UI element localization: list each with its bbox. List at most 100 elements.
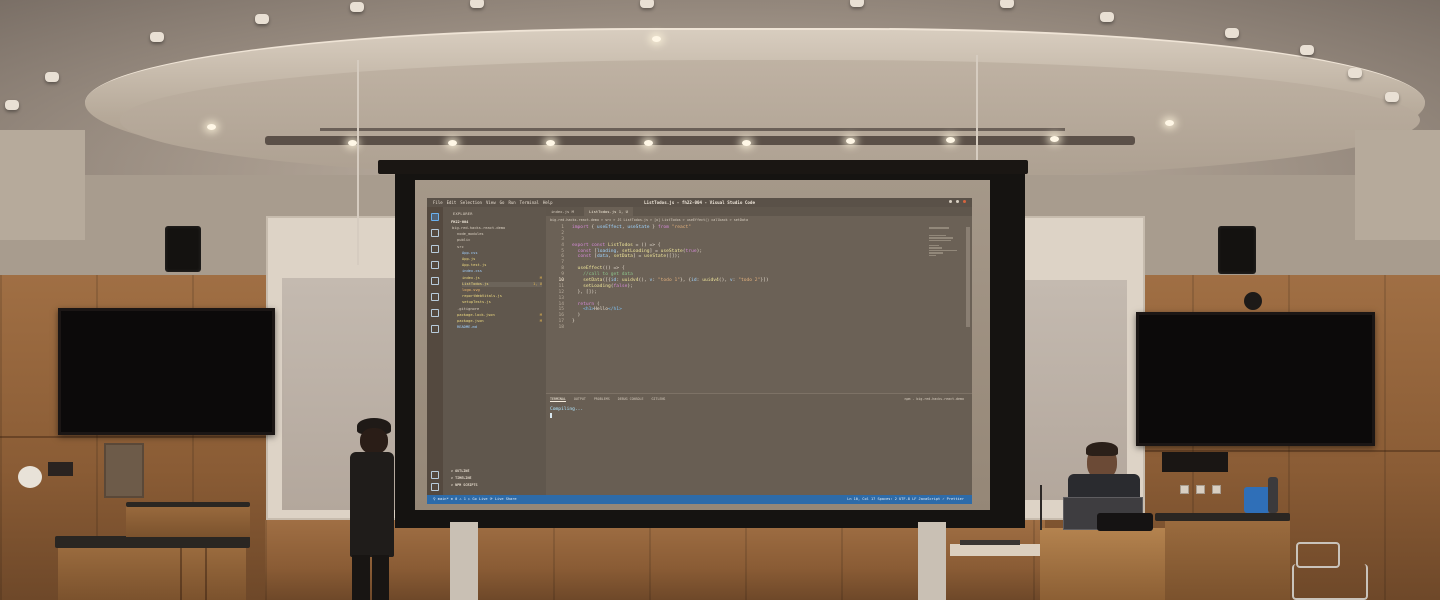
counter-cabinet bbox=[58, 548, 246, 600]
code-token: ] = bbox=[649, 248, 661, 254]
explorer-file-name: .gitignore bbox=[457, 306, 480, 311]
code-token: loading bbox=[596, 248, 617, 254]
code-token: useEffect bbox=[577, 266, 603, 272]
explorer-file-item[interactable]: README.md bbox=[457, 325, 542, 330]
explorer-file-name: index.js bbox=[462, 275, 480, 280]
code-token: export const bbox=[572, 242, 608, 248]
panel-tab[interactable]: PROBLEMS bbox=[594, 397, 610, 402]
explorer-file-item[interactable]: logo.svg bbox=[462, 288, 542, 293]
minimize-button[interactable] bbox=[949, 200, 952, 203]
explorer-icon[interactable] bbox=[431, 213, 439, 221]
code-token: ([]); bbox=[666, 254, 680, 260]
extensions-icon[interactable] bbox=[431, 277, 439, 285]
wall-outlet bbox=[1180, 485, 1189, 494]
explorer-file-name: README.md bbox=[457, 325, 477, 330]
run-debug-icon[interactable] bbox=[431, 261, 439, 269]
code-token: ); bbox=[696, 248, 703, 254]
status-bar-right[interactable]: Ln 10, Col 17 Spaces: 2 UTF-8 LF JavaScr… bbox=[847, 495, 964, 504]
explorer-file-item[interactable]: node_modules bbox=[457, 232, 542, 237]
track-light bbox=[45, 72, 59, 82]
explorer-section-header[interactable]: > NPM SCRIPTS bbox=[451, 483, 478, 487]
ceiling-light bbox=[1050, 136, 1059, 142]
panel-tab[interactable]: DEBUG CONSOLE bbox=[618, 397, 644, 402]
window-controls bbox=[949, 200, 966, 203]
explorer-file-name: big-red-hacks-react-demo bbox=[452, 226, 506, 230]
explorer-project-name[interactable]: FH22-004 bbox=[451, 220, 468, 224]
explorer-file-item[interactable]: package-lock.json M bbox=[457, 313, 542, 318]
tv-monitor-right bbox=[1136, 312, 1375, 446]
live-share-icon[interactable] bbox=[431, 325, 439, 333]
account-icon[interactable] bbox=[431, 471, 439, 479]
track-light bbox=[1348, 68, 1362, 78]
explorer-file-item[interactable]: package.json M bbox=[457, 319, 542, 324]
search-icon[interactable] bbox=[431, 229, 439, 237]
terminal-selector[interactable]: npm - big-red-hacks-react-demo bbox=[904, 397, 964, 401]
editor-tab[interactable]: ListTodos.js 1, U bbox=[584, 207, 633, 216]
code-token: true bbox=[685, 248, 697, 254]
git-status-badge: M bbox=[539, 319, 542, 323]
explorer-section-header[interactable]: > OUTLINE bbox=[451, 469, 469, 473]
remote-explorer-icon[interactable] bbox=[431, 293, 439, 301]
explorer-file-item[interactable]: .gitignore bbox=[457, 307, 542, 312]
terminal-output[interactable]: Compiling... bbox=[550, 407, 583, 412]
track-light bbox=[5, 100, 19, 110]
projection-screen-housing bbox=[378, 160, 1028, 174]
counter-cabinet-right bbox=[1165, 521, 1290, 600]
git-status-badge: M bbox=[539, 312, 542, 317]
explorer-file-item[interactable]: index.css bbox=[462, 269, 542, 274]
counter-back-top bbox=[126, 502, 250, 507]
code-line[interactable]: 18 bbox=[546, 325, 926, 331]
settings-gear-icon[interactable] bbox=[431, 483, 439, 491]
wall-speaker-left bbox=[165, 226, 201, 272]
code-token: useState bbox=[644, 254, 667, 260]
explorer-file-item[interactable]: App.test.js bbox=[462, 263, 542, 268]
explorer-file-item[interactable]: big-red-hacks-react-demo bbox=[452, 226, 542, 231]
tablet-on-shelf bbox=[960, 540, 1020, 545]
status-bar-left[interactable]: ⚲ main* ⊗ 0 ⚠ 1 ▷ Go Live ⟳ Live Share bbox=[433, 495, 517, 504]
breadcrumb[interactable]: big-red-hacks-react-demo > src > JS List… bbox=[550, 218, 748, 222]
wall-sign bbox=[1162, 452, 1228, 472]
cabinet-seam bbox=[205, 548, 207, 600]
close-button[interactable] bbox=[963, 200, 966, 203]
explorer-file-item[interactable]: src bbox=[457, 245, 542, 250]
code-token: //call to get data bbox=[572, 272, 633, 278]
track-light bbox=[640, 0, 654, 8]
editor-tab[interactable]: index.js M bbox=[546, 207, 579, 216]
line-number: 18 bbox=[558, 325, 564, 331]
ceiling-light bbox=[742, 140, 751, 146]
code-area[interactable]: 1 import { useEffect, useState } from "re… bbox=[546, 225, 926, 331]
explorer-section-header[interactable]: > TIMELINE bbox=[451, 476, 471, 480]
explorer-file-item[interactable]: public bbox=[457, 238, 542, 243]
minimap[interactable] bbox=[929, 227, 957, 287]
panel-tab[interactable]: OUTPUT bbox=[574, 397, 586, 402]
person-hair bbox=[1086, 442, 1118, 456]
code-token: from bbox=[657, 225, 672, 230]
lecture-hall-photo: File Edit Selection View Go Run Terminal Help L… bbox=[0, 0, 1440, 600]
source-control-icon[interactable] bbox=[431, 245, 439, 253]
panel-tab[interactable]: TERMINAL bbox=[550, 397, 566, 402]
code-token: ListTodos bbox=[607, 242, 633, 248]
screen-support bbox=[450, 522, 478, 600]
explorer-file-item[interactable]: App.js bbox=[462, 257, 542, 262]
track-light bbox=[1100, 12, 1114, 22]
panel-tab[interactable]: GITLENS bbox=[652, 397, 666, 402]
explorer-file-item[interactable]: ListTodos.js 1, U bbox=[462, 281, 542, 287]
code-token: ( bbox=[596, 301, 600, 307]
wall-switch-plate bbox=[48, 462, 73, 476]
wall-outlet bbox=[1212, 485, 1221, 494]
maximize-button[interactable] bbox=[956, 200, 959, 203]
code-token: ); bbox=[627, 283, 633, 289]
microphone-stand bbox=[1040, 485, 1042, 530]
tv-monitor-left bbox=[58, 308, 275, 435]
gitlens-icon[interactable] bbox=[431, 309, 439, 317]
blue-bin bbox=[1244, 487, 1270, 513]
explorer-file-item[interactable]: App.css bbox=[462, 251, 542, 256]
track-light bbox=[255, 14, 269, 24]
code-token: setData bbox=[583, 278, 603, 284]
vscode-titlebar: File Edit Selection View Go Run Terminal Help L… bbox=[427, 198, 972, 207]
explorer-file-item[interactable]: reportWebVitals.js bbox=[462, 294, 542, 299]
explorer-file-item[interactable]: index.js M bbox=[462, 276, 542, 281]
explorer-file-item[interactable]: setupTests.js bbox=[462, 300, 542, 305]
editor-scrollbar[interactable] bbox=[966, 227, 970, 327]
water-bottle bbox=[1268, 477, 1278, 513]
